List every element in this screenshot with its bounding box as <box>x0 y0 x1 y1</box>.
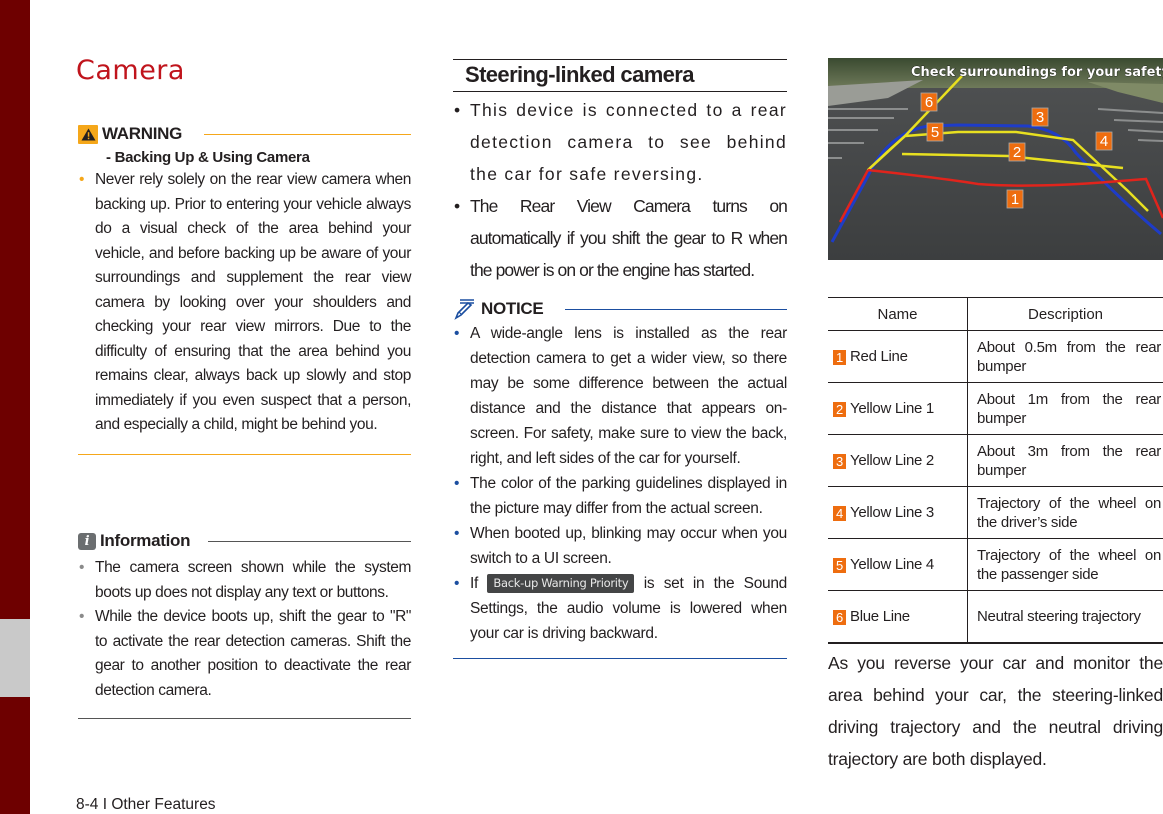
information-label: Information <box>100 531 191 550</box>
backup-warning-priority-chip: Back-up Warning Priority <box>487 574 635 593</box>
chapter-sidebar <box>0 0 30 814</box>
marker-badge: 5 <box>833 558 846 573</box>
page-title: Camera <box>76 55 185 86</box>
notice-item: If Back-up Warning Priority is set in th… <box>453 571 787 646</box>
notice-item: The color of the parking guidelines disp… <box>453 471 787 521</box>
legend-row: 6 Blue Line Neutral steering trajectory <box>828 590 1163 644</box>
camera-overlay-text: Check surroundings for your safety. <box>911 65 1163 80</box>
svg-text:3: 3 <box>1036 109 1044 126</box>
marker-5: 5 <box>926 122 944 142</box>
warning-header: WARNING <box>78 124 411 144</box>
marker-3: 3 <box>1031 107 1049 127</box>
steering-section: Steering-linked camera This device is co… <box>453 59 788 286</box>
legend-row: 2 Yellow Line 1 About 1m from the rear bu… <box>828 382 1163 435</box>
steering-item: The Rear View Camera turns on automatica… <box>453 190 788 286</box>
info-icon: i <box>78 532 96 550</box>
notice-rule <box>565 308 787 310</box>
information-item: While the device boots up, shift the gea… <box>78 605 411 703</box>
marker-1: 1 <box>1006 189 1024 209</box>
warning-triangle-icon <box>78 124 98 144</box>
chapter-tab-marker <box>0 619 30 697</box>
summary-paragraph: As you reverse your car and monitor the … <box>828 653 1163 769</box>
line-name: Yellow Line 4 <box>850 556 934 573</box>
legend-row: 5 Yellow Line 4 Trajectory of the wheel o… <box>828 538 1163 591</box>
line-name: Blue Line <box>850 608 910 625</box>
pencil-icon <box>453 298 477 320</box>
notice-bottom-rule <box>453 658 787 659</box>
notice-item: When booted up, blinking may occur when … <box>453 521 787 571</box>
line-name: Red Line <box>850 348 908 365</box>
svg-text:1: 1 <box>1011 191 1019 208</box>
marker-badge: 1 <box>833 350 846 365</box>
legend-row: 4 Yellow Line 3 Trajectory of the wheel o… <box>828 486 1163 539</box>
line-description: About 1m from the rear bumper <box>967 382 1163 435</box>
information-header: i Information <box>78 531 411 551</box>
line-description: Neutral steering trajectory <box>967 590 1163 644</box>
notice-label: NOTICE <box>481 299 544 318</box>
marker-6: 6 <box>920 92 938 112</box>
information-list: The camera screen shown while the system… <box>78 556 411 703</box>
marker-2: 2 <box>1008 142 1026 162</box>
information-item: The camera screen shown while the system… <box>78 556 411 605</box>
legend-header-name: Name <box>828 297 968 331</box>
warning-box: WARNING - Backing Up & Using Camera Neve… <box>78 124 411 455</box>
line-description: Trajectory of the wheel on the driver’s … <box>967 486 1163 539</box>
marker-4: 4 <box>1095 131 1113 151</box>
svg-text:5: 5 <box>931 124 939 141</box>
warning-item: Never rely solely on the rear view camer… <box>78 168 411 438</box>
marker-badge: 2 <box>833 402 846 417</box>
legend-table-wrap: Name Description 1 Red Line About 0.5m fr… <box>828 297 1163 644</box>
notice-header: NOTICE <box>453 298 787 320</box>
svg-text:6: 6 <box>925 94 933 111</box>
legend-header-row: Name Description <box>828 297 1163 331</box>
marker-badge: 6 <box>833 610 846 625</box>
notice-item: A wide-angle lens is installed as the re… <box>453 321 787 471</box>
steering-heading: Steering-linked camera <box>453 59 787 92</box>
notice-item-prefix: If <box>470 575 479 592</box>
legend-row: 3 Yellow Line 2 About 3m from the rear bu… <box>828 434 1163 487</box>
camera-view-graphic: Check surroundings for your safety. 6 5 … <box>828 58 1163 260</box>
svg-text:2: 2 <box>1013 144 1021 161</box>
warning-bottom-rule <box>78 453 411 455</box>
camera-view-image: Check surroundings for your safety. 6 5 … <box>828 58 1163 260</box>
legend-table: Name Description 1 Red Line About 0.5m fr… <box>828 297 1163 644</box>
steering-list: This device is connected to a rear detec… <box>453 94 788 286</box>
line-name: Yellow Line 3 <box>850 504 934 521</box>
warning-rule <box>204 133 411 135</box>
legend-row: 1 Red Line About 0.5m from the rear bumpe… <box>828 330 1163 383</box>
information-rule <box>208 540 411 542</box>
line-description: About 0.5m from the rear bumper <box>967 330 1163 383</box>
line-name: Yellow Line 1 <box>850 400 934 417</box>
information-box: i Information The camera screen shown wh… <box>78 531 411 719</box>
line-name: Yellow Line 2 <box>850 452 934 469</box>
legend-header-description: Description <box>967 297 1163 331</box>
notice-list: A wide-angle lens is installed as the re… <box>453 321 787 646</box>
line-description: Trajectory of the wheel on the passenger… <box>967 538 1163 591</box>
page-footer: 8-4 I Other Features <box>76 796 216 813</box>
notice-box: NOTICE A wide-angle lens is installed as… <box>453 298 787 659</box>
warning-list: Never rely solely on the rear view camer… <box>78 168 411 438</box>
line-description: About 3m from the rear bumper <box>967 434 1163 487</box>
steering-item: This device is connected to a rear detec… <box>453 94 787 190</box>
svg-text:4: 4 <box>1100 133 1108 150</box>
warning-label: WARNING <box>102 124 183 143</box>
marker-badge: 3 <box>833 454 846 469</box>
marker-badge: 4 <box>833 506 846 521</box>
information-bottom-rule <box>78 718 411 719</box>
warning-subtitle: - Backing Up & Using Camera <box>106 149 310 166</box>
